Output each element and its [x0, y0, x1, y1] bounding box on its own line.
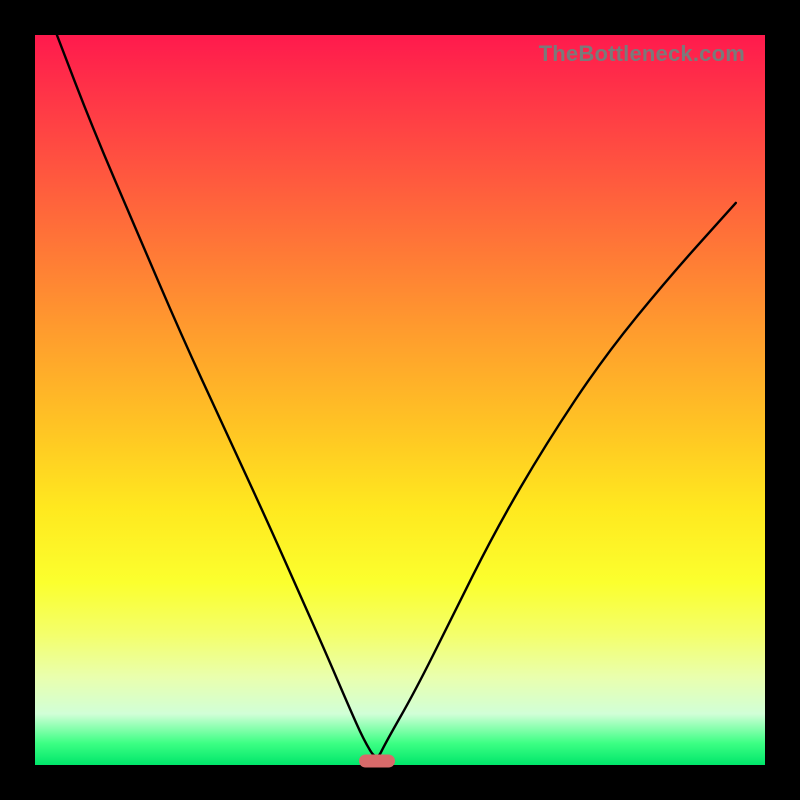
chart-frame: TheBottleneck.com — [0, 0, 800, 800]
plot-area: TheBottleneck.com — [35, 35, 765, 765]
curve-path — [57, 35, 736, 756]
minimum-marker — [359, 755, 395, 768]
bottleneck-curve — [35, 35, 765, 765]
